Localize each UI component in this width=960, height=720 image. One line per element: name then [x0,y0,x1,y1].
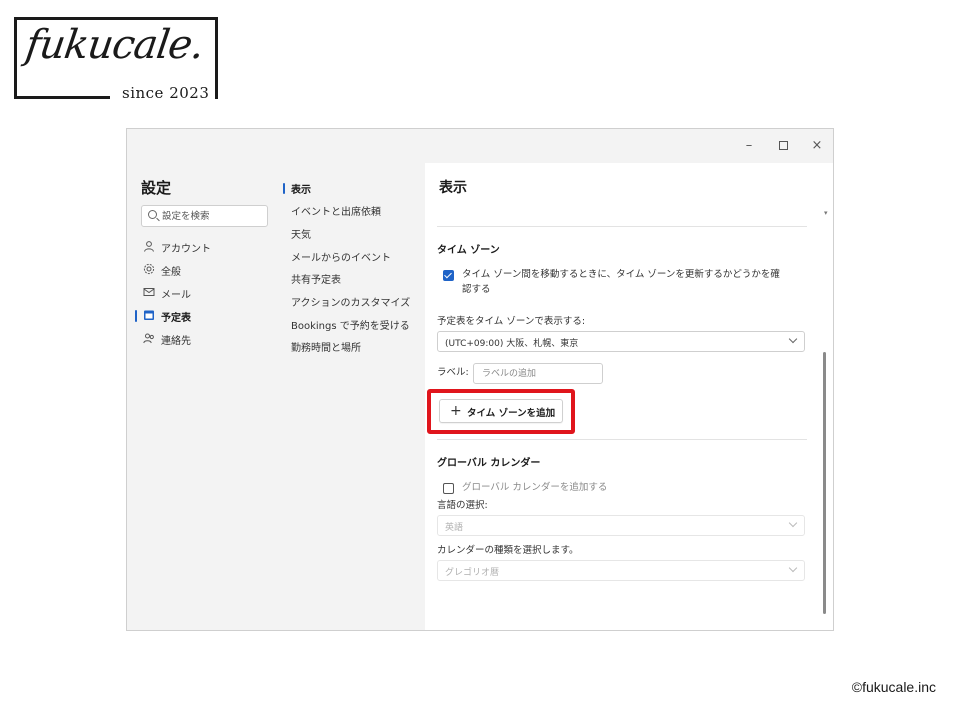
scroll-indicator-icon[interactable]: ▾ [824,209,828,217]
subnav-item-events-from-mail[interactable]: メールからのイベント [291,249,391,265]
add-global-calendar-checkbox[interactable] [443,483,454,494]
nav-item-calendar[interactable]: 予定表 [135,307,271,325]
settings-search[interactable] [141,205,268,227]
copyright-text: ©fukucale.inc [851,679,936,695]
subnav-item-label: 表示 [291,185,311,196]
update-timezone-line1: タイム ゾーン間を移動するときに、タイム ゾーンを更新するかどうかを確 [462,269,780,280]
page-title: 表示 [439,180,467,196]
update-timezone-label: タイム ゾーン間を移動するときに、タイム ゾーンを更新するかどうかを確 認する [462,267,807,297]
outlook-settings-window: – × 設定 アカウント 全般 メール 予定表 連絡先 [126,128,834,631]
settings-sidebar: 設定 アカウント 全般 メール 予定表 連絡先 表示 イベントと出席 [127,163,425,630]
add-timezone-button[interactable]: + タイム ゾーンを追加 [439,399,563,423]
nav-item-contacts[interactable]: 連絡先 [141,330,271,348]
brand-logo-since: since 2023 [122,84,210,102]
settings-content: 表示 ▾ タイム ゾーン タイム ゾーン間を移動するときに、タイム ゾーンを更新… [425,163,833,630]
language-select[interactable]: 英語 [437,515,805,536]
subnav-item-work-hours[interactable]: 勤務時間と場所 [291,339,361,355]
divider [437,226,807,227]
calendar-icon [144,310,154,320]
language-select-value: 英語 [445,523,464,533]
search-icon [148,210,157,219]
global-calendar-section-title: グローバル カレンダー [437,458,541,469]
maximize-button[interactable] [773,137,793,155]
nav-item-label: 全般 [161,267,181,278]
timezone-label-input[interactable] [473,363,603,384]
subnav-item-events[interactable]: イベントと出席依頼 [291,203,381,219]
language-label: 言語の選択: [437,500,488,511]
label-caption: ラベル: [437,367,469,378]
timezone-select-value: (UTC+09:00) 大阪、札幌、東京 [445,339,579,349]
calendar-type-select[interactable]: グレゴリオ暦 [437,560,805,581]
active-indicator [283,183,285,194]
mail-icon [143,288,155,296]
subnav-item-customize-actions[interactable]: アクションのカスタマイズ [291,294,410,310]
title-bar: – × [127,129,833,163]
add-global-calendar-label: グローバル カレンダーを追加する [462,482,608,493]
maximize-icon [778,141,788,150]
search-input[interactable] [162,207,264,225]
nav-item-general[interactable]: 全般 [141,261,271,279]
plus-icon: + [450,403,462,419]
add-timezone-button-label: タイム ゾーンを追加 [467,408,556,419]
timezone-section-title: タイム ゾーン [437,245,500,256]
minimize-button[interactable]: – [739,137,759,155]
subnav-item-shared-calendars[interactable]: 共有予定表 [291,271,341,287]
brand-logo-script: fukucale. [22,22,207,68]
subnav-item-bookings[interactable]: Bookings で予約を受ける [291,317,410,333]
divider [437,439,807,440]
settings-title: 設定 [141,179,172,197]
chevron-down-icon [788,334,798,344]
subnav-item-weather[interactable]: 天気 [291,226,311,242]
active-indicator [135,310,137,322]
chevron-down-icon [788,563,798,573]
people-icon [143,333,154,344]
gear-icon [143,263,155,275]
nav-item-label: 予定表 [161,313,191,324]
person-icon [144,241,154,252]
nav-item-mail[interactable]: メール [141,284,271,302]
calendar-type-label: カレンダーの種類を選択します。 [437,545,579,556]
scrollbar[interactable] [823,352,826,614]
nav-item-label: 連絡先 [161,336,191,347]
nav-item-label: メール [161,290,191,301]
nav-item-account[interactable]: アカウント [141,238,271,256]
timezone-select[interactable]: (UTC+09:00) 大阪、札幌、東京 [437,331,805,352]
chevron-down-icon [788,518,798,528]
update-timezone-checkbox[interactable] [443,270,454,281]
update-timezone-line2: 認する [462,284,491,295]
show-timezone-label: 予定表をタイム ゾーンで表示する: [437,316,586,327]
nav-item-label: アカウント [161,244,211,255]
close-button[interactable]: × [807,137,827,155]
calendar-type-select-value: グレゴリオ暦 [445,568,500,578]
subnav-item-display[interactable]: 表示 [283,181,311,197]
